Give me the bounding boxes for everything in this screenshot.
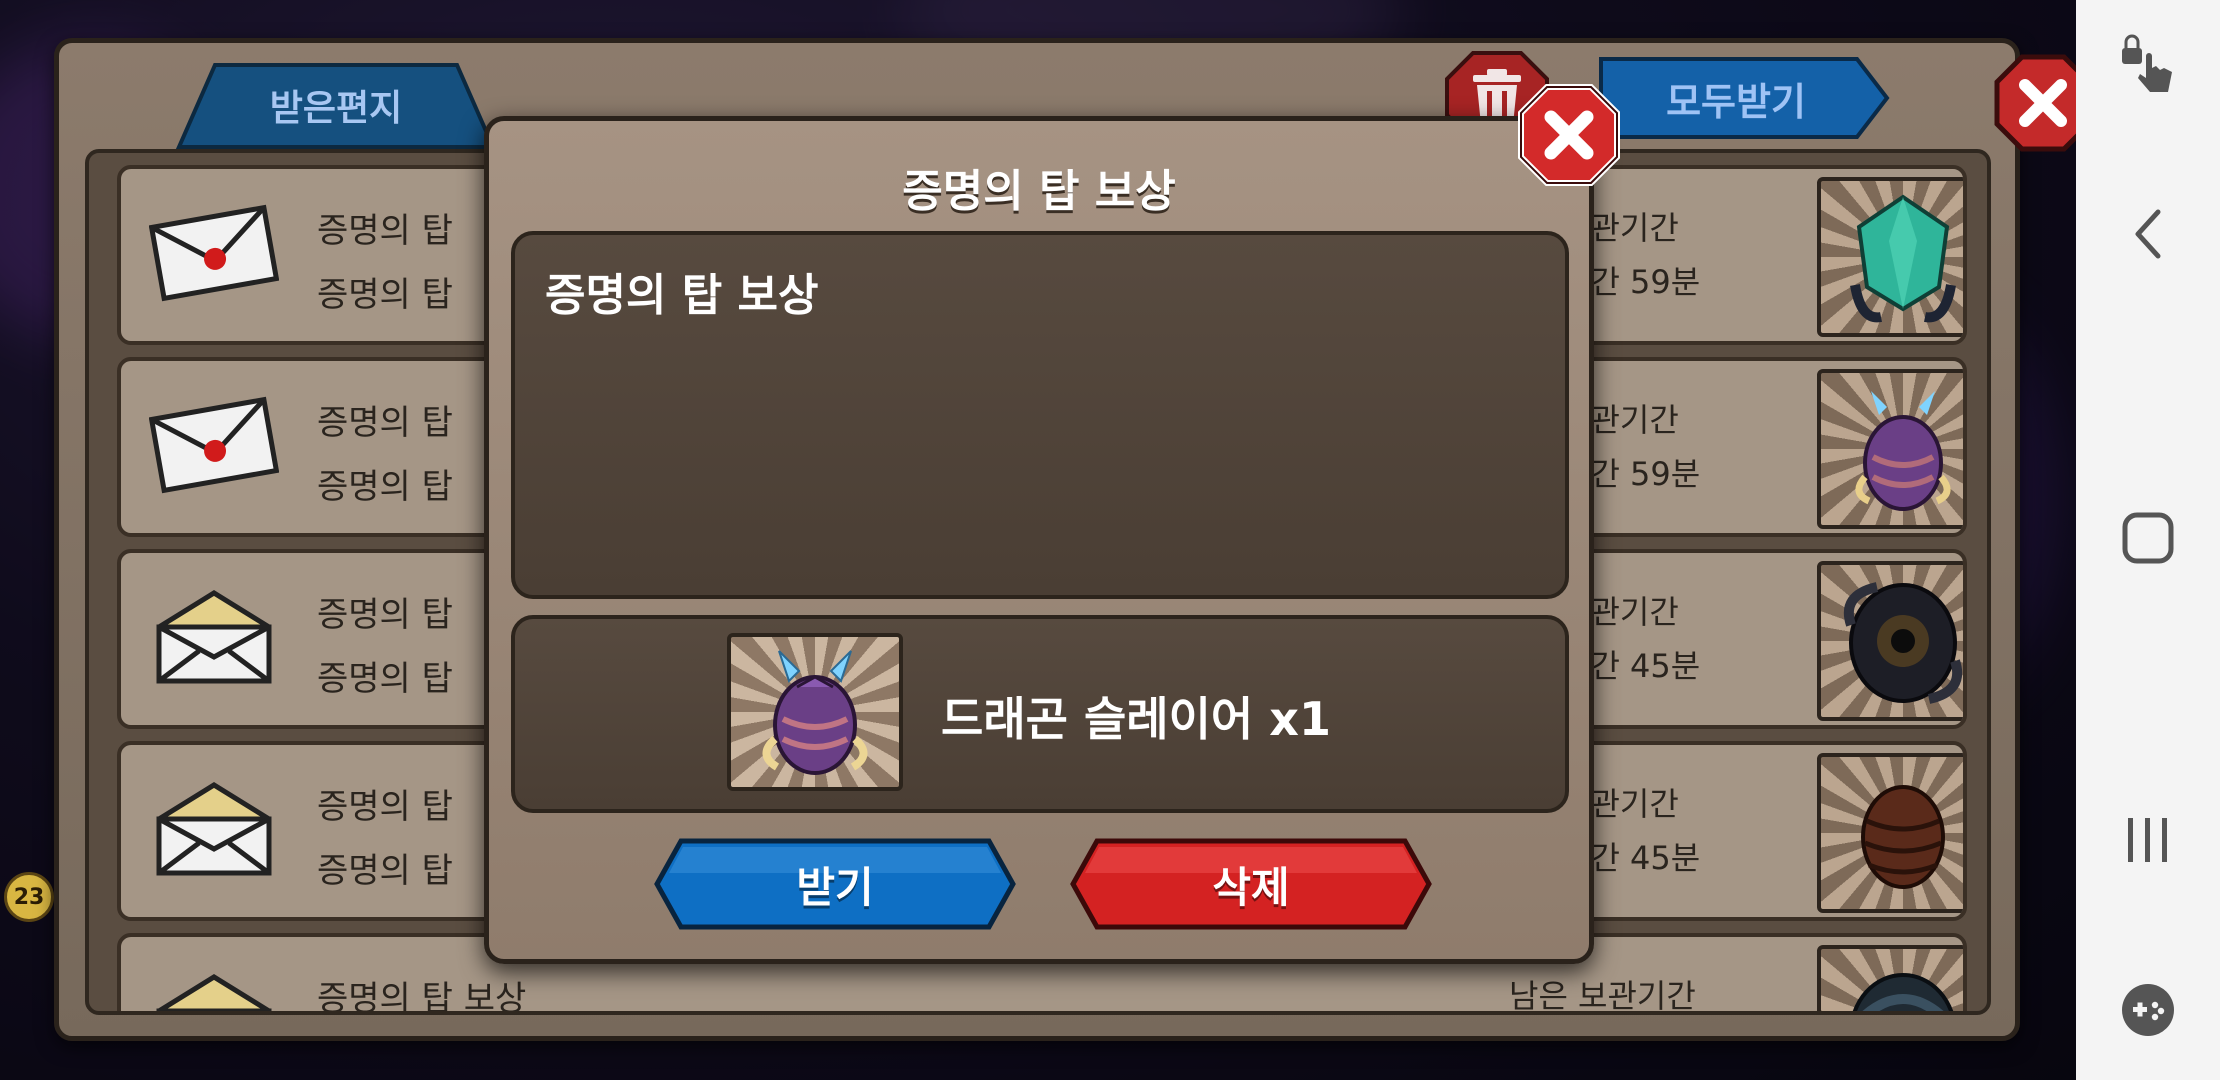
mail-title: 증명의 탑 (317, 595, 453, 635)
mail-subtitle: 증명의 탑 (317, 275, 453, 315)
open-envelope-icon (156, 590, 272, 684)
mail-title: 증명의 탑 (317, 403, 453, 443)
dialog-message: 증명의 탑 보상 (545, 270, 819, 321)
reward-name: 드래곤 슬레이어 x1 (941, 692, 1331, 746)
open-envelope-icon (156, 974, 272, 1011)
game-tools-icon (2122, 984, 2174, 1036)
dialog-message-box: 증명의 탑 보상 (511, 231, 1569, 599)
close-icon (1994, 54, 2076, 152)
game-tools-button[interactable] (2112, 974, 2184, 1046)
mail-subtitle: 증명의 탑 (317, 659, 453, 699)
mail-subtitle: 증명의 탑 (317, 467, 453, 507)
game-screen: 23 받은편지 모두받기 증명의 탑 증명의 탑 보관기간 시간 59분 증명의… (0, 0, 2076, 1080)
delete-mail-button[interactable]: 삭제 (1069, 837, 1433, 931)
dragon-slayer-egg-icon (1817, 369, 1963, 529)
tab-received-label: 받은편지 (269, 88, 403, 129)
back-button[interactable] (2112, 198, 2184, 270)
close-dialog-button[interactable] (1517, 83, 1621, 187)
open-envelope-icon (156, 782, 272, 876)
dragon-slayer-egg-icon (727, 633, 903, 791)
dark-eye-egg-icon (1817, 561, 1963, 721)
touch-lock-button[interactable] (2112, 28, 2184, 100)
mail-title: 증명의 탑 (317, 211, 453, 251)
sealed-envelope-icon (149, 396, 279, 494)
mail-title: 증명의 탑 보상 (317, 979, 527, 1015)
home-button[interactable] (2112, 502, 2184, 574)
recents-button[interactable] (2112, 804, 2184, 876)
accept-label: 받기 (796, 862, 874, 912)
mail-keep-label: 남은 보관기간 (1509, 977, 1696, 1015)
level-badge: 23 (4, 872, 54, 922)
touch-lock-icon (2122, 34, 2172, 92)
dark-swirl-egg-icon (1817, 945, 1963, 1011)
reward-detail-dialog: 증명의 탑 보상 증명의 탑 보상 드래곤 슬레이어 x1 받기 삭제 (484, 84, 1620, 964)
system-navigation-bar (2076, 0, 2220, 1080)
receive-all-button[interactable]: 모두받기 (1581, 55, 1891, 141)
accept-reward-button[interactable]: 받기 (653, 837, 1017, 931)
close-icon (1518, 84, 1620, 186)
receive-all-label: 모두받기 (1666, 79, 1806, 124)
dialog-reward-box: 드래곤 슬레이어 x1 (511, 615, 1569, 813)
home-icon (2122, 512, 2174, 564)
tab-received-mail[interactable]: 받은편지 (175, 61, 497, 149)
back-icon (2135, 209, 2161, 259)
mail-subtitle: 증명의 탑 (317, 851, 453, 891)
delete-label: 삭제 (1212, 862, 1290, 912)
close-mailbox-button[interactable] (1993, 53, 2076, 153)
mail-title: 증명의 탑 (317, 787, 453, 827)
sealed-envelope-icon (149, 204, 279, 302)
green-crystal-egg-icon (1817, 177, 1963, 337)
dialog-title: 증명의 탑 보상 (902, 166, 1176, 217)
brown-egg-icon (1817, 753, 1963, 913)
recents-icon (2128, 818, 2167, 862)
